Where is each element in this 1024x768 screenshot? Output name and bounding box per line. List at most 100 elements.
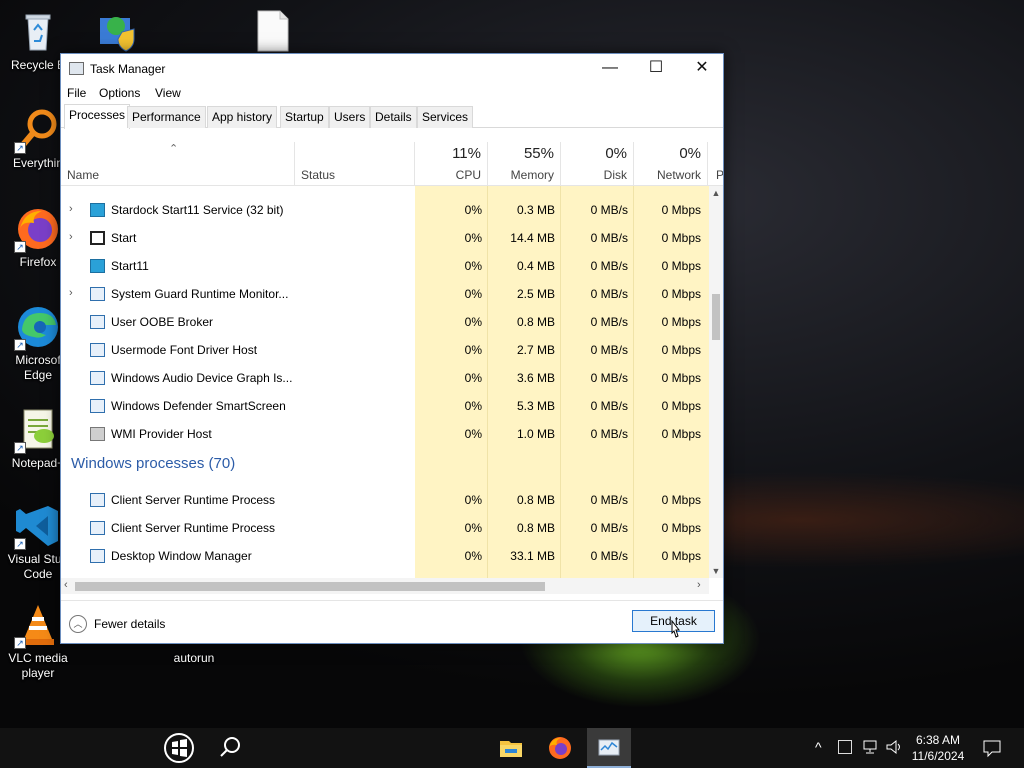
title-bar[interactable]: Task Manager — ☐ ✕ bbox=[61, 54, 723, 84]
cell-disk: 0 MB/s bbox=[590, 549, 628, 563]
shortcut-arrow-icon: ↗ bbox=[14, 241, 26, 253]
column-header-status[interactable]: Status bbox=[295, 142, 415, 186]
group-header-row[interactable]: Windows processes (70) bbox=[61, 448, 709, 486]
column-header-network[interactable]: 0% Network bbox=[634, 142, 708, 186]
fewer-details-link[interactable]: Fewer details bbox=[94, 617, 165, 631]
mouse-cursor-icon bbox=[668, 619, 682, 640]
group-title: Windows processes (70) bbox=[71, 455, 236, 472]
tab-processes[interactable]: Processes bbox=[64, 104, 131, 129]
process-icon bbox=[90, 259, 105, 273]
file-icon[interactable] bbox=[256, 10, 290, 52]
vlc-icon: ↗ bbox=[14, 601, 62, 649]
scroll-down-arrow-icon[interactable]: ▼ bbox=[709, 566, 723, 576]
everything-search-icon: ↗ bbox=[14, 106, 62, 154]
cell-net: 0 Mbps bbox=[661, 231, 701, 245]
scroll-left-arrow-icon[interactable]: ‹ bbox=[64, 579, 68, 591]
tablet-mode-icon[interactable] bbox=[838, 740, 852, 754]
table-row[interactable]: Desktop Window Manager 0% 33.1 MB 0 MB/s 0 M… bbox=[61, 542, 709, 570]
search-icon[interactable] bbox=[208, 728, 252, 768]
tab-users[interactable]: Users bbox=[329, 106, 371, 128]
maximize-button[interactable]: ☐ bbox=[633, 54, 679, 84]
column-header-disk[interactable]: 0% Disk bbox=[561, 142, 634, 186]
vertical-scroll-thumb[interactable] bbox=[712, 294, 720, 340]
table-row[interactable]: Usermode Font Driver Host 0% 2.7 MB 0 MB/s 0… bbox=[61, 336, 709, 364]
process-table: ⌃ Name Status 11% CPU 55% Memory 0% Disk… bbox=[61, 142, 723, 600]
tab-app-history[interactable]: App history bbox=[207, 106, 278, 128]
tray-chevron-icon[interactable]: ^ bbox=[815, 739, 822, 768]
process-name: WMI Provider Host bbox=[111, 427, 212, 441]
minimize-button[interactable]: — bbox=[587, 54, 633, 84]
cell-net: 0 Mbps bbox=[661, 287, 701, 301]
table-row[interactable]: › System Guard Runtime Monitor... 0% 2.5 MB… bbox=[61, 280, 709, 308]
table-row[interactable]: › Start 0% 14.4 MB 0 MB/s 0 Mbps bbox=[61, 224, 709, 252]
scroll-up-arrow-icon[interactable]: ▲ bbox=[709, 188, 723, 198]
vscode-icon: ↗ bbox=[14, 502, 62, 550]
menu-bar: File Options View bbox=[61, 84, 723, 104]
column-header-memory[interactable]: 55% Memory bbox=[488, 142, 561, 186]
menu-file[interactable]: File bbox=[67, 86, 86, 100]
column-header-partial[interactable]: P bbox=[708, 142, 723, 186]
cell-mem: 0.3 MB bbox=[516, 203, 555, 217]
cell-net: 0 Mbps bbox=[661, 343, 701, 357]
expand-chevron-icon[interactable]: › bbox=[69, 203, 73, 215]
column-header-cpu[interactable]: 11% CPU bbox=[415, 142, 488, 186]
desktop-icon-autorun[interactable]: autorun bbox=[156, 651, 232, 666]
table-row[interactable]: WMI Provider Host 0% 1.0 MB 0 MB/s 0 Mbps bbox=[61, 420, 709, 448]
cell-net: 0 Mbps bbox=[661, 315, 701, 329]
tab-services[interactable]: Services bbox=[417, 106, 474, 128]
expand-chevron-icon[interactable]: › bbox=[69, 231, 73, 243]
process-icon bbox=[90, 343, 105, 357]
horizontal-scrollbar[interactable]: ‹ › bbox=[61, 578, 709, 594]
clock[interactable]: 6:38 AM 11/6/2024 bbox=[900, 732, 976, 764]
windows-start-icon[interactable] bbox=[157, 728, 201, 768]
expand-chevron-icon[interactable]: › bbox=[69, 287, 73, 299]
process-name: Windows Audio Device Graph Is... bbox=[111, 371, 293, 385]
process-name: Start11 bbox=[111, 259, 149, 273]
cell-mem: 3.6 MB bbox=[516, 371, 555, 385]
table-row[interactable]: Windows Audio Device Graph Is... 0% 3.6 MB… bbox=[61, 364, 709, 392]
menu-view[interactable]: View bbox=[155, 86, 181, 100]
edge-icon: ↗ bbox=[14, 303, 62, 351]
table-row[interactable]: Start11 0% 0.4 MB 0 MB/s 0 Mbps bbox=[61, 252, 709, 280]
vertical-scrollbar[interactable]: ▲ ▼ bbox=[709, 186, 723, 578]
footer: ︿ Fewer details End task bbox=[61, 600, 723, 644]
table-row[interactable]: Client Server Runtime Process 0% 0.8 MB 0 M… bbox=[61, 486, 709, 514]
cell-disk: 0 MB/s bbox=[590, 287, 628, 301]
table-row[interactable]: Windows Defender SmartScreen 0% 5.3 MB 0 MB… bbox=[61, 392, 709, 420]
process-name: Start bbox=[111, 231, 137, 245]
process-rows: › Stardock Start11 Service (32 bit) 0% 0.3 … bbox=[61, 186, 709, 578]
clock-time: 6:38 AM bbox=[915, 733, 961, 747]
shortcut-arrow-icon: ↗ bbox=[14, 339, 26, 351]
cell-disk: 0 MB/s bbox=[590, 399, 628, 413]
firefox-icon[interactable] bbox=[538, 728, 582, 768]
cell-disk: 0 MB/s bbox=[590, 315, 628, 329]
process-icon bbox=[90, 371, 105, 385]
chevron-up-circle-icon[interactable]: ︿ bbox=[69, 615, 87, 633]
tab-startup[interactable]: Startup bbox=[280, 106, 329, 128]
cell-disk: 0 MB/s bbox=[590, 427, 628, 441]
firefox-icon: ↗ bbox=[14, 205, 62, 253]
cell-mem: 14.4 MB bbox=[510, 231, 555, 245]
cell-cpu: 0% bbox=[464, 493, 482, 507]
file-explorer-icon[interactable] bbox=[489, 728, 533, 768]
process-icon bbox=[90, 287, 105, 301]
task-manager-icon[interactable] bbox=[587, 728, 631, 768]
cell-disk: 0 MB/s bbox=[590, 259, 628, 273]
tab-performance[interactable]: Performance bbox=[127, 106, 206, 128]
tab-details[interactable]: Details bbox=[370, 106, 417, 128]
horizontal-scroll-thumb[interactable] bbox=[75, 582, 545, 591]
setup-shield-icon[interactable] bbox=[98, 12, 142, 52]
table-row[interactable]: › Stardock Start11 Service (32 bit) 0% 0.3 … bbox=[61, 196, 709, 224]
cell-disk: 0 MB/s bbox=[590, 493, 628, 507]
notifications-icon[interactable] bbox=[982, 738, 1002, 768]
table-row[interactable]: Client Server Runtime Process 0% 0.8 MB 0 M… bbox=[61, 514, 709, 542]
close-button[interactable]: ✕ bbox=[679, 54, 725, 84]
network-icon[interactable] bbox=[862, 738, 880, 768]
shortcut-arrow-icon: ↗ bbox=[14, 637, 26, 649]
table-row[interactable]: User OOBE Broker 0% 0.8 MB 0 MB/s 0 Mbps bbox=[61, 308, 709, 336]
menu-options[interactable]: Options bbox=[99, 86, 140, 100]
scroll-right-arrow-icon[interactable]: › bbox=[697, 579, 701, 591]
column-header-name[interactable]: Name bbox=[61, 142, 295, 186]
cell-cpu: 0% bbox=[464, 549, 482, 563]
cell-disk: 0 MB/s bbox=[590, 231, 628, 245]
